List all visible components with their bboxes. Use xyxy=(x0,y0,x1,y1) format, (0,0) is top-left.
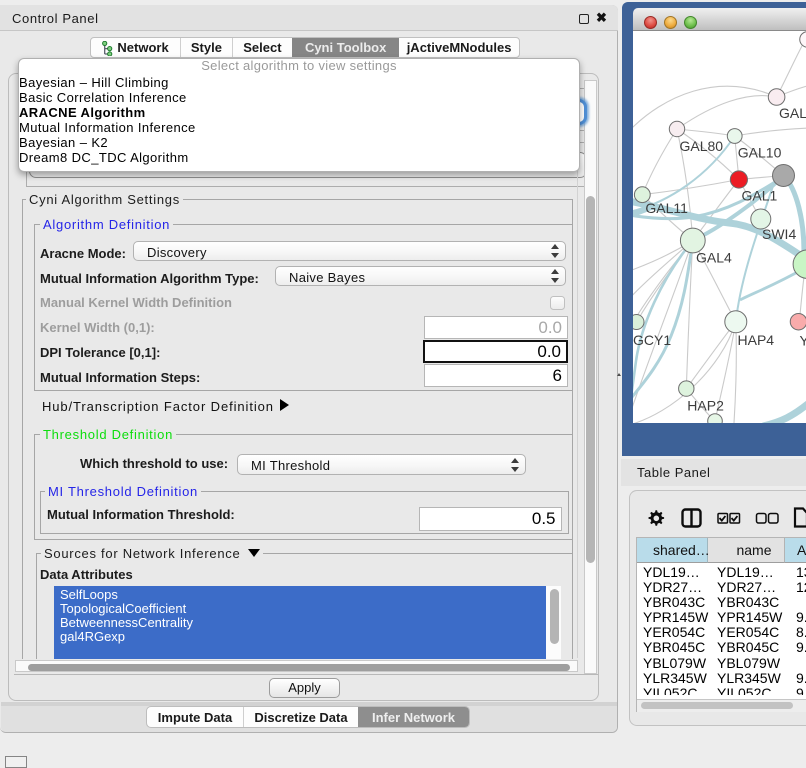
svg-text:Y: Y xyxy=(800,333,806,349)
svg-text:GAL7: GAL7 xyxy=(779,105,806,121)
svg-text:HAP4: HAP4 xyxy=(738,332,775,348)
svg-text:GAL10: GAL10 xyxy=(738,145,782,161)
svg-text:GAL4: GAL4 xyxy=(696,250,732,266)
svg-text:SWI4: SWI4 xyxy=(762,226,796,242)
svg-text:GAL11: GAL11 xyxy=(645,200,688,216)
svg-text:HAP2: HAP2 xyxy=(687,398,724,414)
svg-text:GAL80: GAL80 xyxy=(680,138,724,154)
svg-text:GAL1: GAL1 xyxy=(742,188,778,204)
svg-text:GCY1: GCY1 xyxy=(633,332,671,348)
